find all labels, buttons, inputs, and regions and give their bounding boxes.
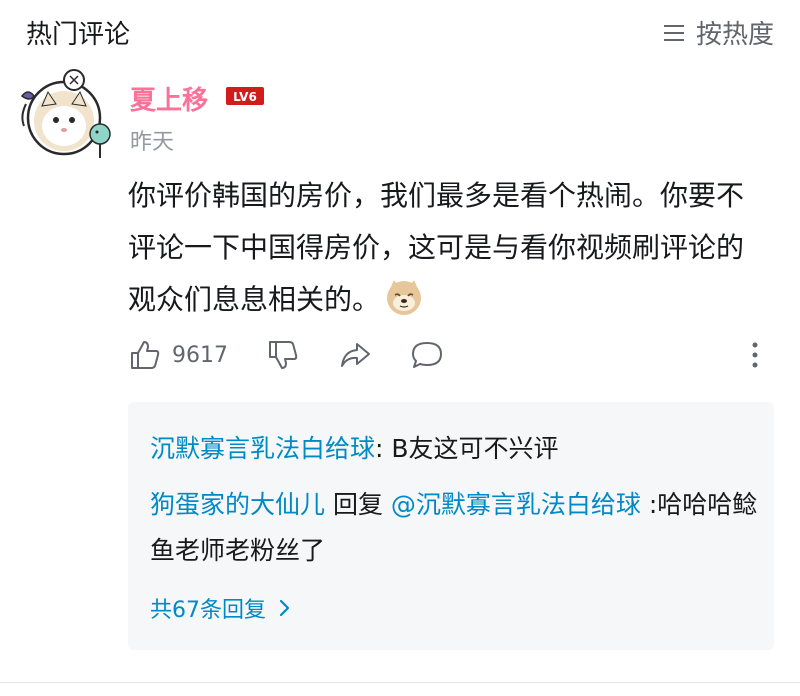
- hot-comments-header: 热门评论 按热度: [0, 0, 800, 62]
- doge-emoji-icon: [387, 280, 422, 315]
- reply-text: B友这可不兴评: [391, 434, 559, 463]
- sort-lines-icon: [663, 24, 684, 41]
- like-count: 9617: [172, 342, 228, 368]
- like-button[interactable]: 9617: [128, 338, 228, 372]
- share-button[interactable]: [338, 338, 372, 372]
- reply-item[interactable]: 狗蛋家的大仙儿 回复 @沉默寡言乳法白给球 :哈哈哈鲶鱼老师老粉丝了: [150, 482, 760, 574]
- comment-text: 你评价韩国的房价，我们最多是看个热闹。你要不评论一下中国得房价，这可是与看你视频…: [128, 179, 745, 316]
- view-all-replies-label: 共67条回复: [150, 598, 266, 623]
- section-title: 热门评论: [26, 20, 131, 50]
- comment-text-block: 你评价韩国的房价，我们最多是看个热闹。你要不评论一下中国得房价，这可是与看你视频…: [128, 170, 768, 326]
- divider: [0, 682, 800, 683]
- more-options-button[interactable]: [738, 338, 772, 372]
- comment-actions: 9617: [128, 334, 772, 378]
- reply-preview-box[interactable]: 沉默寡言乳法白给球: B友这可不兴评 狗蛋家的大仙儿 回复 @沉默寡言乳法白给球…: [128, 402, 774, 650]
- more-vertical-icon: [752, 342, 758, 368]
- thumb-up-icon: [131, 341, 160, 369]
- reply-username[interactable]: 沉默寡言乳法白给球: [150, 434, 375, 463]
- comment-time: 昨天: [130, 130, 175, 155]
- thumb-down-icon: [269, 341, 298, 369]
- view-all-replies-link[interactable]: 共67条回复: [150, 592, 294, 624]
- sort-by-hot-button[interactable]: 按热度: [660, 14, 774, 51]
- sort-label: 按热度: [695, 20, 774, 50]
- reply-word: 回复: [325, 490, 391, 519]
- reply-item[interactable]: 沉默寡言乳法白给球: B友这可不兴评: [150, 426, 760, 472]
- dislike-button[interactable]: [266, 338, 300, 372]
- reply-separator: :: [375, 434, 392, 463]
- reply-username[interactable]: 狗蛋家的大仙儿: [150, 490, 325, 519]
- avatar[interactable]: [12, 66, 116, 162]
- level-text: LV6: [233, 90, 257, 104]
- share-icon: [341, 343, 370, 367]
- reply-mention[interactable]: @沉默寡言乳法白给球: [391, 490, 641, 519]
- username[interactable]: 夏上移: [130, 80, 208, 117]
- level-badge: LV6: [226, 87, 264, 105]
- comment-icon: [412, 342, 442, 368]
- reply-comment-button[interactable]: [410, 338, 444, 372]
- chevron-right-icon: [279, 599, 290, 617]
